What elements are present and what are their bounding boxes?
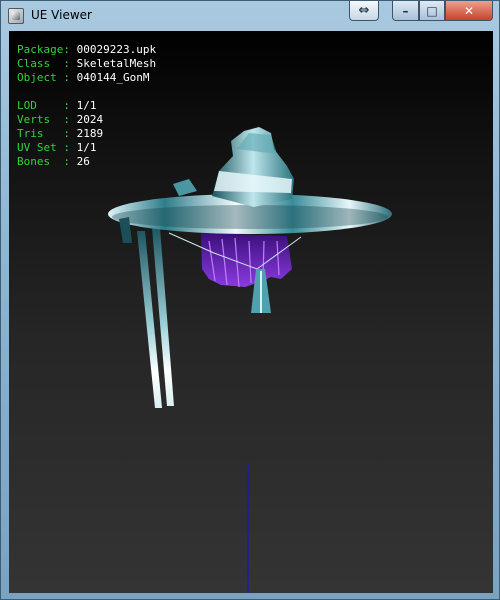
info-row-package: Package: 00029223.upk <box>17 43 157 56</box>
app-icon <box>8 8 24 24</box>
info-row-bones: Bones : 26 <box>17 155 90 168</box>
render-viewport[interactable]: Package: 00029223.upk Class : SkeletalMe… <box>9 31 493 593</box>
info-row-object: Object : 040144_GonM <box>17 71 150 84</box>
info-row-tris: Tris : 2189 <box>17 127 104 140</box>
title-bar[interactable]: UE Viewer ⇔ – □ ✕ <box>1 1 500 31</box>
info-row-lod: LOD : 1/1 <box>17 99 97 112</box>
swap-icon: ⇔ <box>358 3 370 18</box>
minimize-button[interactable]: – <box>392 1 419 21</box>
info-row-verts: Verts : 2024 <box>17 113 104 126</box>
window-title: UE Viewer <box>31 8 92 22</box>
minimize-icon: – <box>402 3 409 18</box>
close-icon: ✕ <box>463 3 475 18</box>
maximize-button[interactable]: □ <box>419 1 445 21</box>
mesh-info-panel: Package: 00029223.upk Class : SkeletalMe… <box>17 43 156 169</box>
info-row-class: Class : SkeletalMesh <box>17 57 157 70</box>
swap-button[interactable]: ⇔ <box>349 1 379 21</box>
info-row-uvset: UV Set : 1/1 <box>17 141 97 154</box>
app-window: UE Viewer ⇔ – □ ✕ Package: 00029223.upk … <box>0 0 500 600</box>
close-button[interactable]: ✕ <box>445 1 493 21</box>
maximize-icon: □ <box>426 3 438 18</box>
